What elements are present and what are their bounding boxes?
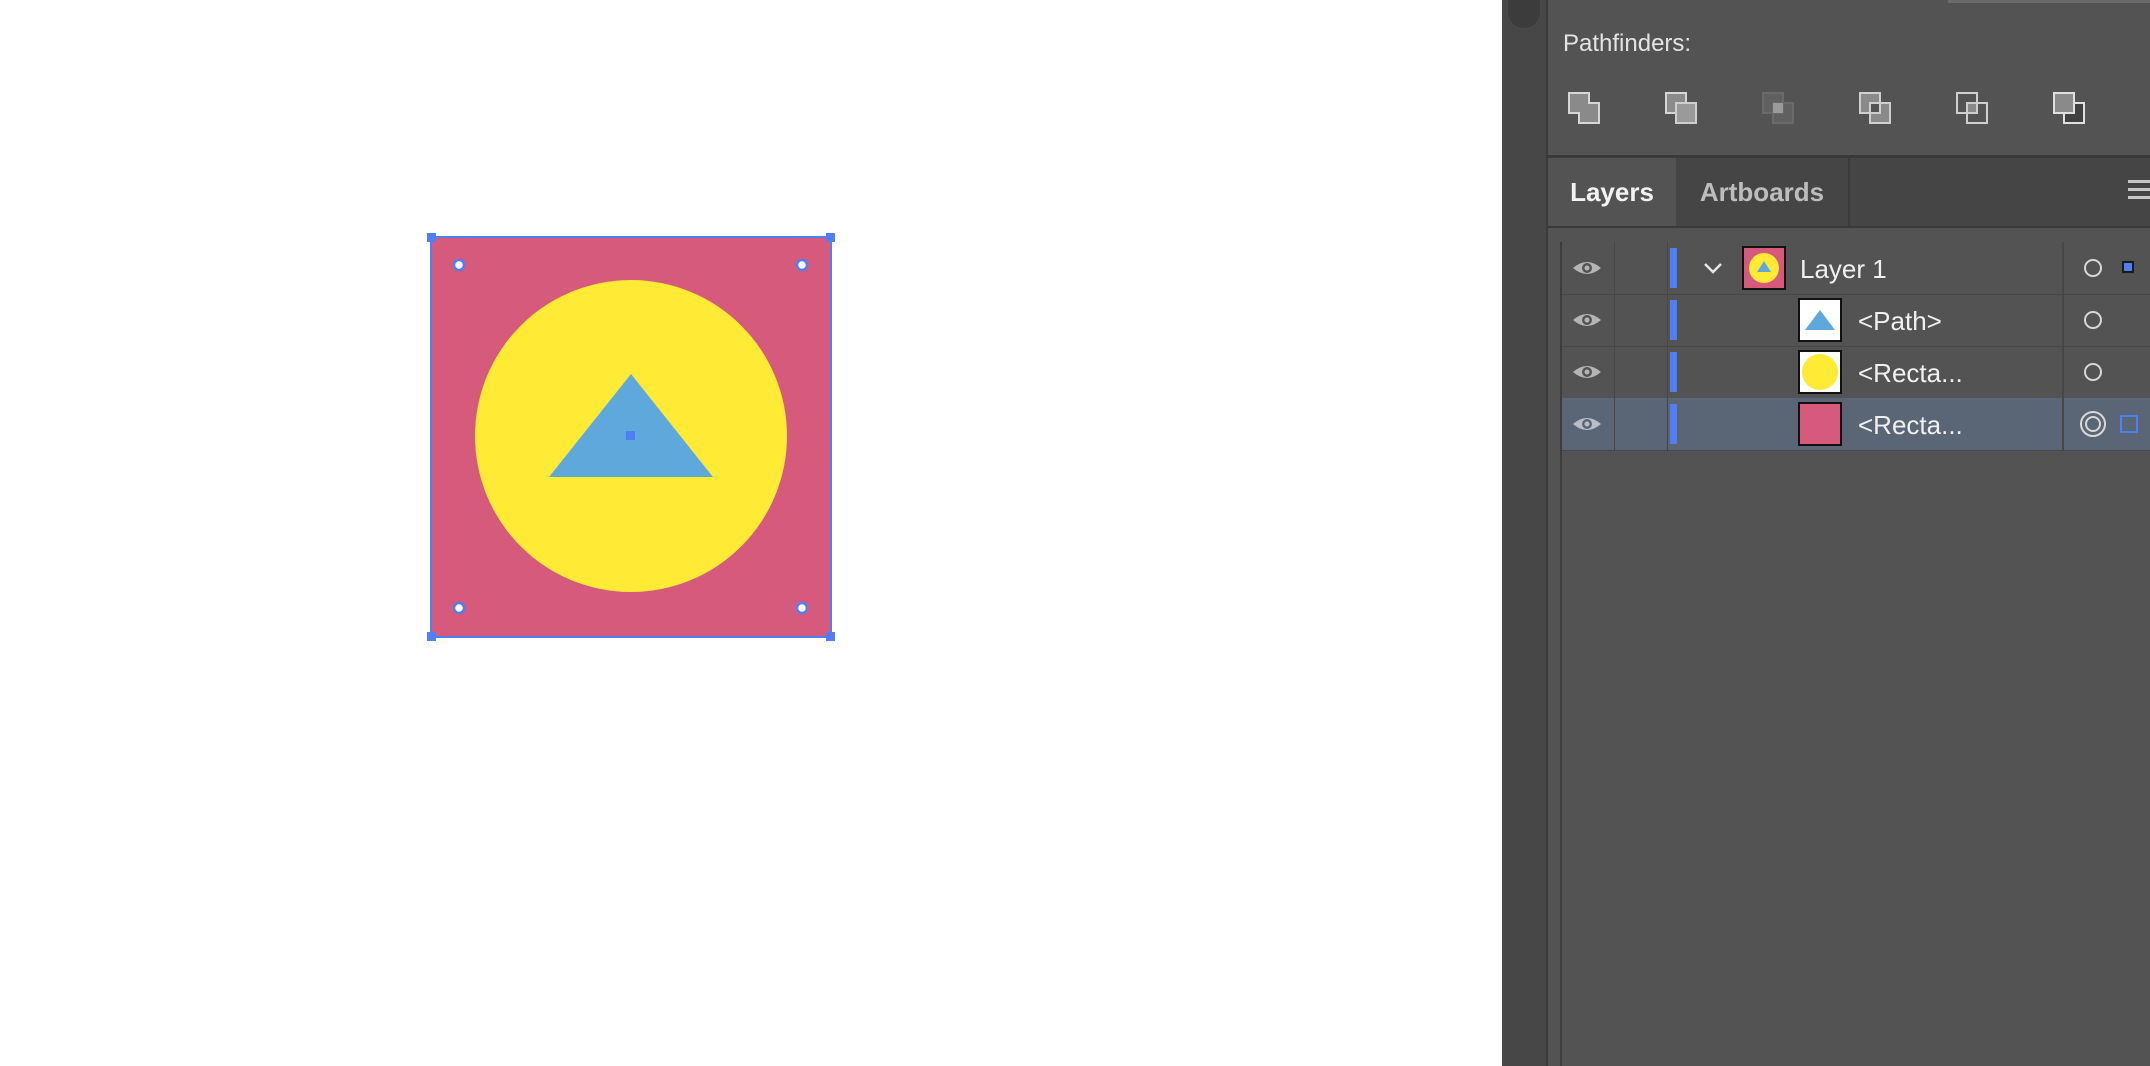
targeted-circle-icon[interactable] [2078, 409, 2108, 439]
pathfinder-trim-button[interactable] [2047, 86, 2093, 132]
panel-menu-icon[interactable] [2122, 176, 2150, 206]
eye-icon [1573, 262, 1601, 274]
pathfinders-label: Pathfinders: [1563, 30, 1692, 57]
resize-handle-bottom-left[interactable] [427, 632, 436, 641]
layer-row-selected[interactable]: <Recta... [1562, 398, 2150, 451]
eye-icon [1573, 418, 1601, 430]
pathfinder-exclude-button[interactable] [1853, 86, 1899, 132]
layer-color-indicator [1670, 248, 1677, 288]
layers-list: Layer 1 <Path> <Recta... <Recta... [1560, 242, 2150, 1066]
target-circle-icon[interactable] [2082, 361, 2104, 383]
panel-body: Pathfinders: Layers Artboards Layer 1 <P… [1546, 0, 2150, 1066]
pathfinder-divide-button[interactable] [1950, 86, 1996, 132]
layer-row[interactable]: <Recta... [1562, 346, 2150, 399]
layer-color-indicator [1670, 300, 1677, 340]
selection-indicator[interactable] [2120, 415, 2138, 433]
column-divider [2062, 294, 2064, 346]
lock-toggle[interactable] [1614, 242, 1668, 294]
layer-row[interactable]: Layer 1 [1562, 242, 2150, 295]
pathfinder-minus-front-button[interactable] [1659, 86, 1705, 132]
path-thumbnail [1798, 298, 1842, 342]
eye-icon [1573, 314, 1601, 326]
tab-layers[interactable]: Layers [1548, 158, 1676, 226]
pathfinder-intersect-button[interactable] [1756, 86, 1802, 132]
layer-thumbnail [1742, 246, 1786, 290]
lock-toggle[interactable] [1614, 398, 1668, 450]
intersect-icon [1762, 92, 1794, 124]
artwork[interactable] [0, 0, 1502, 1066]
divide-icon [1956, 92, 1988, 124]
trim-icon [2053, 92, 2085, 124]
panel-scroll-indicator [1948, 0, 2150, 3]
artwork-composite-thumbnail [1749, 253, 1779, 283]
chevron-down-icon [1704, 263, 1722, 274]
expand-toggle[interactable] [1700, 255, 1726, 281]
blue-triangle-thumbnail [1805, 310, 1835, 330]
layer-name[interactable]: <Path> [1858, 306, 1942, 337]
resize-handle-top-left[interactable] [427, 233, 436, 242]
minus-front-icon [1665, 92, 1697, 124]
layer-color-indicator [1670, 352, 1677, 392]
panel-dock-strip [1502, 0, 1546, 1066]
corner-widget-top-left[interactable] [452, 258, 466, 272]
resize-handle-bottom-right[interactable] [826, 632, 835, 641]
artboard-canvas[interactable] [0, 0, 1502, 1066]
dock-grip[interactable] [1508, 0, 1540, 28]
visibility-toggle[interactable] [1562, 346, 1612, 398]
lock-toggle[interactable] [1614, 294, 1668, 346]
corner-widget-bottom-left[interactable] [452, 601, 466, 615]
column-divider [2062, 398, 2064, 450]
rectangle-thumbnail [1798, 402, 1842, 446]
right-panel: Pathfinders: Layers Artboards Layer 1 <P… [1502, 0, 2150, 1066]
layer-color-indicator [1670, 404, 1677, 444]
layers-tab-bar: Layers Artboards [1548, 158, 2150, 228]
resize-handle-top-right[interactable] [826, 233, 835, 242]
layer-name[interactable]: Layer 1 [1800, 254, 1887, 285]
visibility-toggle[interactable] [1562, 242, 1612, 294]
selection-indicator[interactable] [2122, 261, 2134, 273]
tab-artboards[interactable]: Artboards [1676, 158, 1850, 226]
lock-toggle[interactable] [1614, 346, 1668, 398]
layer-name[interactable]: <Recta... [1858, 358, 1963, 389]
pathfinder-unite-button[interactable] [1562, 86, 1608, 132]
target-circle-icon[interactable] [2082, 309, 2104, 331]
layer-name[interactable]: <Recta... [1858, 410, 1963, 441]
layer-row[interactable]: <Path> [1562, 294, 2150, 347]
corner-widget-bottom-right[interactable] [795, 601, 809, 615]
column-divider [2062, 242, 2064, 294]
corner-widget-top-right[interactable] [795, 258, 809, 272]
unite-icon [1568, 92, 1600, 124]
exclude-icon [1859, 92, 1891, 124]
visibility-toggle[interactable] [1562, 398, 1612, 450]
eye-icon [1573, 366, 1601, 378]
yellow-circle-thumbnail [1802, 354, 1838, 390]
center-point [626, 431, 635, 440]
column-divider [2062, 346, 2064, 398]
rectangle-thumbnail [1798, 350, 1842, 394]
visibility-toggle[interactable] [1562, 294, 1612, 346]
target-circle-icon[interactable] [2082, 257, 2104, 279]
